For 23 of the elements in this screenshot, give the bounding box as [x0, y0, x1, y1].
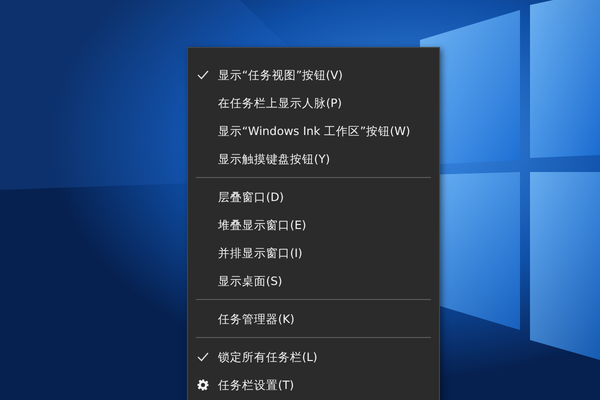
menu-item[interactable]: 并排显示窗口(I): [188, 239, 439, 267]
menu-item-label: 并排显示窗口(I): [218, 246, 302, 260]
menu-item-label: 显示触摸键盘按钮(Y): [218, 152, 330, 166]
menu-item-label: 显示“Windows Ink 工作区”按钮(W): [218, 124, 410, 138]
menu-item[interactable]: 任务管理器(K): [188, 305, 439, 333]
menu-item[interactable]: 显示“Windows Ink 工作区”按钮(W): [188, 117, 439, 145]
menu-item[interactable]: 任务栏设置(T): [188, 371, 439, 399]
settings-icon: [197, 379, 209, 391]
menu-item-label: 任务栏设置(T): [218, 378, 294, 392]
menu-item[interactable]: 锁定所有任务栏(L): [188, 343, 439, 371]
menu-item[interactable]: 显示桌面(S): [188, 267, 439, 295]
menu-item[interactable]: 显示“任务视图”按钮(V): [188, 61, 439, 89]
menu-item-label: 任务管理器(K): [218, 312, 295, 326]
menu-item[interactable]: 显示触摸键盘按钮(Y): [188, 145, 439, 173]
menu-item-label: 层叠窗口(D): [218, 190, 284, 204]
menu-item-label: 堆叠显示窗口(E): [218, 218, 306, 232]
menu-item[interactable]: 堆叠显示窗口(E): [188, 211, 439, 239]
menu-item-label: 显示“任务视图”按钮(V): [218, 68, 343, 82]
menu-item[interactable]: 在任务栏上显示人脉(P): [188, 89, 439, 117]
menu-item-label: 显示桌面(S): [218, 274, 282, 288]
menu-item-label: 锁定所有任务栏(L): [218, 350, 318, 364]
menu-item-label: 在任务栏上显示人脉(P): [218, 96, 342, 110]
menu-item[interactable]: 层叠窗口(D): [188, 183, 439, 211]
